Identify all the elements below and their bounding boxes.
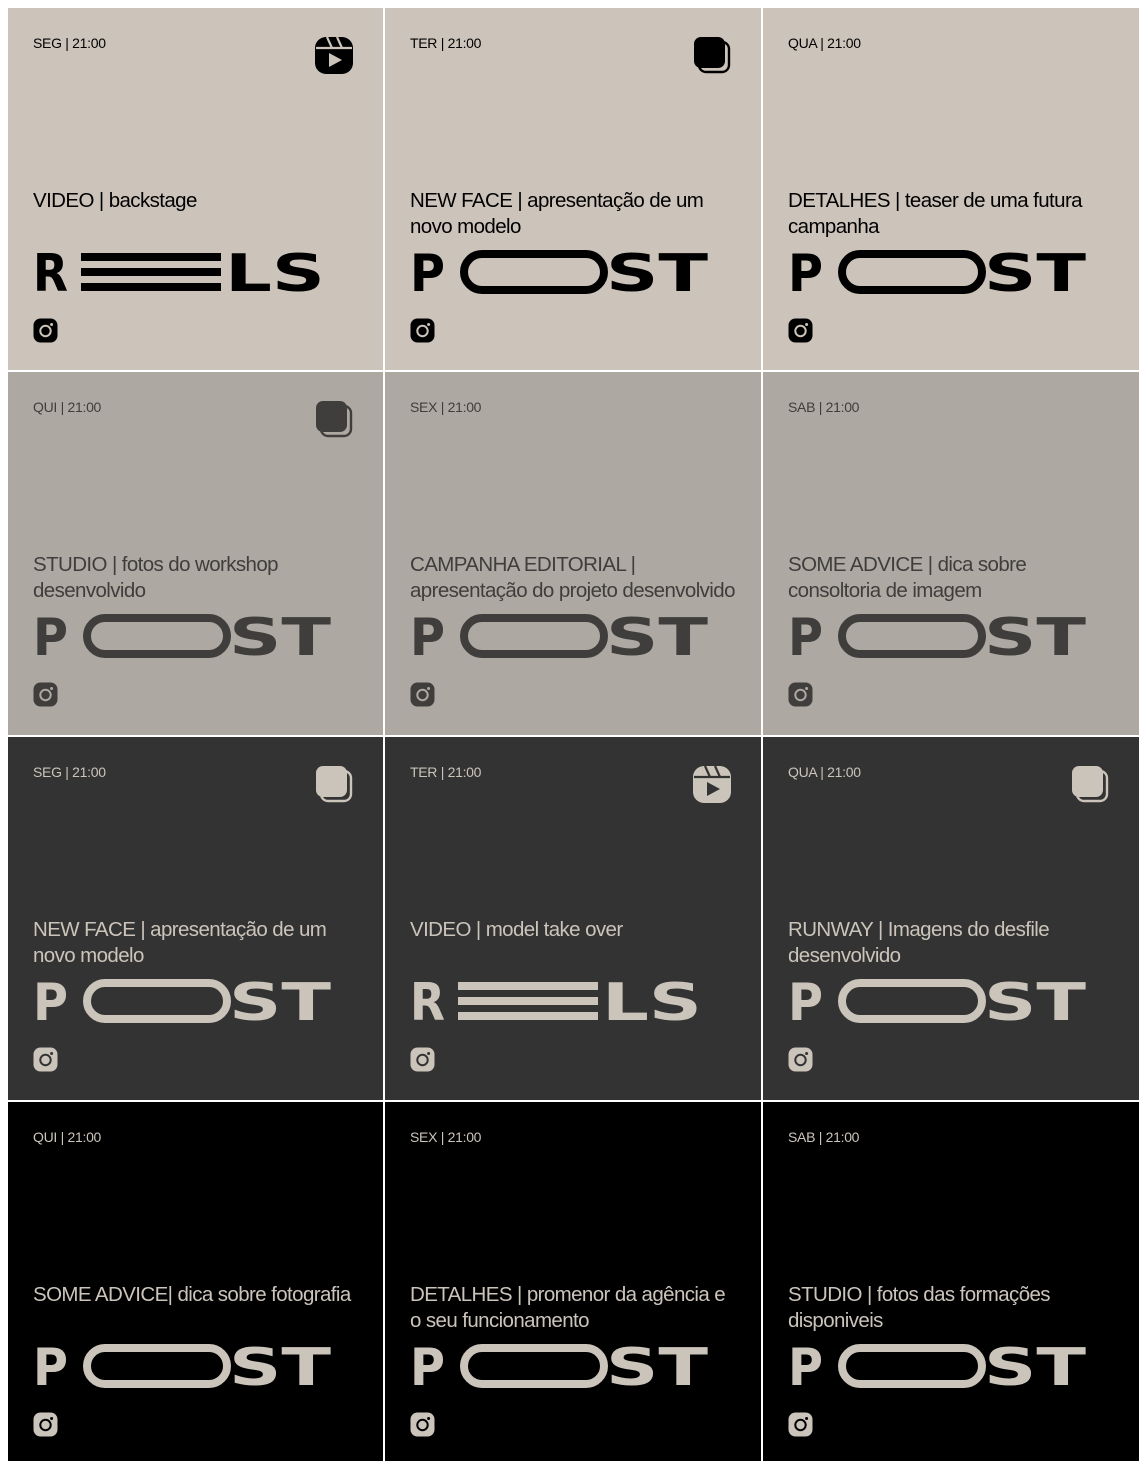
svg-text:ST: ST [984, 973, 1087, 1033]
post-caption: CAMPANHA EDITORIAL | apresentação do pro… [410, 553, 735, 602]
instagram-icon[interactable] [33, 318, 58, 343]
svg-text:P: P [788, 973, 823, 1033]
instagram-icon[interactable] [33, 682, 58, 707]
instagram-icon[interactable] [410, 682, 435, 707]
svg-text:ST: ST [984, 244, 1087, 304]
schedule-label: QUI | 21:00 [33, 1129, 102, 1145]
post-tile[interactable]: QUA | 21:00 DETALHES | teaser de uma fut… [763, 8, 1139, 372]
reels-wordmark: R LS [410, 973, 710, 1033]
schedule-label: SAB | 21:00 [788, 1129, 860, 1145]
post-tile[interactable]: SEX | 21:00 DETALHES | promenor da agênc… [385, 1102, 763, 1461]
schedule-label: QUA | 21:00 [788, 35, 861, 51]
svg-text:LS: LS [225, 244, 325, 304]
post-wordmark: P ST [788, 973, 1088, 1033]
instagram-icon[interactable] [33, 1412, 58, 1437]
svg-text:P: P [33, 1338, 68, 1398]
svg-text:LS: LS [602, 973, 702, 1033]
instagram-icon[interactable] [788, 1047, 813, 1072]
post-wordmark: P ST [410, 244, 710, 304]
schedule-label: SEX | 21:00 [410, 1129, 482, 1145]
svg-text:ST: ST [229, 608, 332, 668]
post-tile[interactable]: SAB | 21:00 SOME ADVICE | dica sobre con… [763, 372, 1139, 737]
instagram-icon[interactable] [410, 318, 435, 343]
svg-text:ST: ST [984, 1338, 1087, 1398]
instagram-icon[interactable] [788, 318, 813, 343]
svg-text:ST: ST [606, 244, 709, 304]
post-tile[interactable]: SEG | 21:00 NEW FACE | apresentação de u… [8, 737, 385, 1102]
post-tile[interactable]: QUA | 21:00 RUNWAY | Imagens do desfile … [763, 737, 1139, 1102]
svg-text:P: P [788, 244, 823, 304]
schedule-label: SEX | 21:00 [410, 399, 482, 415]
post-caption: DETALHES | teaser de uma futura campanha [788, 189, 1083, 238]
post-wordmark: P ST [33, 1338, 333, 1398]
reels-wordmark: R LS [33, 244, 333, 304]
schedule-label: QUA | 21:00 [788, 764, 861, 780]
post-tile[interactable]: SAB | 21:00 STUDIO | fotos das formações… [763, 1102, 1139, 1461]
post-caption: NEW FACE | apresentação de um novo model… [33, 918, 327, 967]
post-caption: STUDIO | fotos do workshop desenvolvido [33, 553, 279, 602]
schedule-label: SEG | 21:00 [33, 764, 106, 780]
svg-text:ST: ST [229, 1338, 332, 1398]
svg-text:ST: ST [606, 1338, 709, 1398]
carousel-icon [691, 34, 733, 76]
schedule-label: QUI | 21:00 [33, 399, 102, 415]
post-tile[interactable]: QUI | 21:00 SOME ADVICE| dica sobre foto… [8, 1102, 385, 1461]
instagram-icon[interactable] [788, 682, 813, 707]
post-wordmark: P ST [788, 244, 1088, 304]
post-caption: SOME ADVICE| dica sobre fotografia [33, 1283, 351, 1306]
instagram-icon[interactable] [410, 1412, 435, 1437]
content-calendar-grid: SEG | 21:00 VIDEO | backstage R LS TER | … [8, 8, 1139, 1461]
svg-text:R: R [410, 973, 445, 1033]
schedule-label: TER | 21:00 [410, 764, 482, 780]
schedule-label: TER | 21:00 [410, 35, 482, 51]
post-caption: SOME ADVICE | dica sobre consoltoria de … [788, 553, 1027, 602]
post-wordmark: P ST [788, 1338, 1088, 1398]
post-wordmark: P ST [33, 973, 333, 1033]
post-tile[interactable]: TER | 21:00 VIDEO | model take over R LS [385, 737, 763, 1102]
svg-text:P: P [788, 608, 823, 668]
svg-text:ST: ST [229, 973, 332, 1033]
reels-icon [691, 763, 733, 805]
post-caption: DETALHES | promenor da agência e o seu f… [410, 1283, 726, 1332]
svg-text:P: P [410, 1338, 445, 1398]
post-caption: VIDEO | backstage [33, 189, 197, 212]
schedule-label: SEG | 21:00 [33, 35, 106, 51]
carousel-icon [313, 398, 355, 440]
svg-text:P: P [410, 608, 445, 668]
svg-text:R: R [33, 244, 68, 304]
schedule-label: SAB | 21:00 [788, 399, 860, 415]
post-tile[interactable]: SEX | 21:00 CAMPANHA EDITORIAL | apresen… [385, 372, 763, 737]
post-tile[interactable]: QUI | 21:00 STUDIO | fotos do workshop d… [8, 372, 385, 737]
post-wordmark: P ST [788, 608, 1088, 668]
svg-text:ST: ST [606, 608, 709, 668]
carousel-icon [313, 763, 355, 805]
instagram-icon[interactable] [788, 1412, 813, 1437]
carousel-icon [1069, 763, 1111, 805]
svg-text:P: P [33, 973, 68, 1033]
post-tile[interactable]: TER | 21:00 NEW FACE | apresentação de u… [385, 8, 763, 372]
post-caption: NEW FACE | apresentação de um novo model… [410, 189, 704, 238]
svg-text:P: P [410, 244, 445, 304]
post-wordmark: P ST [410, 1338, 710, 1398]
post-caption: RUNWAY | Imagens do desfile desenvolvido [788, 918, 1050, 967]
post-tile[interactable]: SEG | 21:00 VIDEO | backstage R LS [8, 8, 385, 372]
reels-icon [313, 34, 355, 76]
post-wordmark: P ST [410, 608, 710, 668]
post-wordmark: P ST [33, 608, 333, 668]
svg-text:P: P [33, 608, 68, 668]
instagram-icon[interactable] [410, 1047, 435, 1072]
post-caption: STUDIO | fotos das formações disponiveis [788, 1283, 1051, 1332]
svg-text:ST: ST [984, 608, 1087, 668]
instagram-icon[interactable] [33, 1047, 58, 1072]
svg-text:P: P [788, 1338, 823, 1398]
post-caption: VIDEO | model take over [410, 918, 623, 941]
